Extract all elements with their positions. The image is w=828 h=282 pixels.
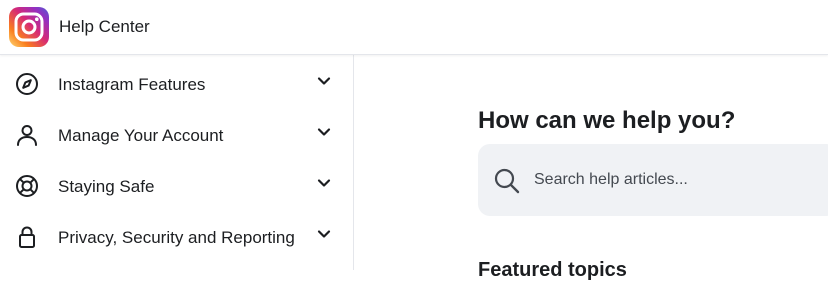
sidebar-item-label: Manage Your Account bbox=[58, 126, 224, 145]
instagram-logo-icon[interactable] bbox=[9, 7, 49, 47]
sidebar-nav: Instagram Features Manage Your Account S… bbox=[0, 55, 354, 270]
sidebar-item-staying-safe[interactable]: Staying Safe bbox=[0, 161, 353, 212]
sidebar-item-manage-your-account[interactable]: Manage Your Account bbox=[0, 110, 353, 161]
chevron-down-icon[interactable] bbox=[316, 73, 332, 89]
chevron-down-icon[interactable] bbox=[316, 226, 332, 242]
chevron-down-icon[interactable] bbox=[316, 124, 332, 140]
sidebar-item-label: Instagram Features bbox=[58, 75, 206, 94]
sidebar-item-instagram-features[interactable]: Instagram Features bbox=[0, 59, 353, 110]
chevron-down-icon[interactable] bbox=[316, 175, 332, 191]
sidebar-item-label: Privacy, Security and Reporting bbox=[58, 228, 295, 247]
lock-icon bbox=[19, 226, 35, 248]
compass-icon bbox=[16, 73, 38, 95]
sidebar-item-label: Staying Safe bbox=[58, 177, 155, 196]
lifebuoy-icon bbox=[16, 175, 38, 197]
search-box[interactable] bbox=[478, 144, 828, 216]
search-icon bbox=[494, 168, 520, 194]
person-icon bbox=[17, 125, 37, 146]
main-content: How can we help you? Featured topics bbox=[355, 55, 828, 281]
page-title: How can we help you? bbox=[478, 107, 736, 134]
featured-topics-heading: Featured topics bbox=[478, 259, 627, 281]
top-bar: Help Center bbox=[0, 0, 828, 55]
sidebar-item-privacy-security-reporting[interactable]: Privacy, Security and Reporting bbox=[0, 212, 353, 263]
help-center-title[interactable]: Help Center bbox=[59, 17, 150, 37]
search-input[interactable] bbox=[534, 166, 824, 194]
